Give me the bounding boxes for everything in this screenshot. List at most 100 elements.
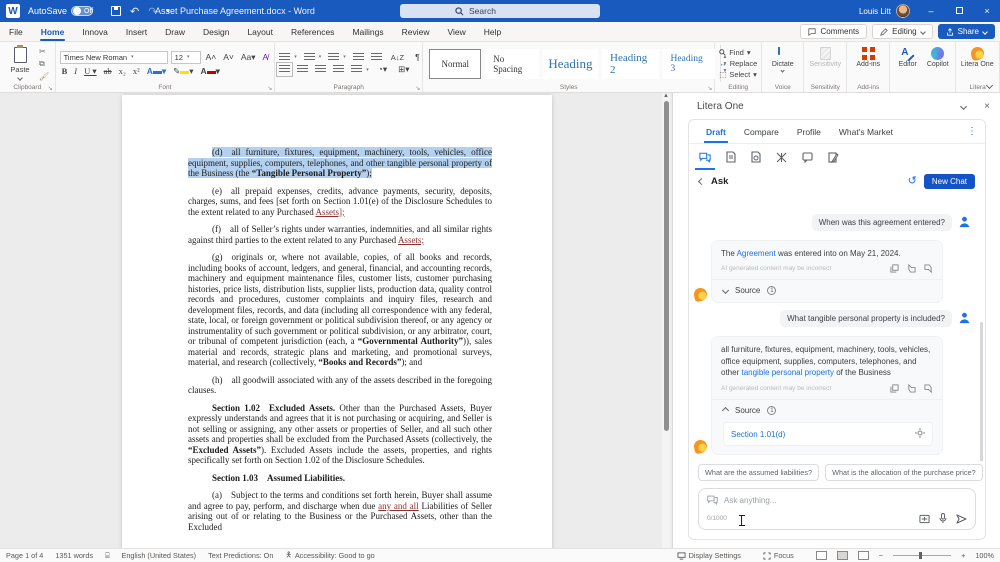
- document-scrollbar[interactable]: ▲: [662, 93, 670, 548]
- thumbs-down-icon[interactable]: [907, 384, 916, 393]
- ribbon-tab-help[interactable]: Help: [475, 22, 510, 41]
- style-heading[interactable]: Heading: [543, 49, 598, 79]
- zoom-level[interactable]: 100%: [975, 551, 994, 560]
- bold-button[interactable]: B: [60, 66, 70, 76]
- panel-menu-icon[interactable]: ⋮: [967, 126, 977, 137]
- thumbs-up-icon[interactable]: [924, 384, 933, 393]
- panel-close-icon[interactable]: ×: [984, 101, 990, 112]
- chat-scrollbar[interactable]: [980, 322, 983, 461]
- chat-history-icon[interactable]: ↺: [908, 176, 917, 187]
- litera-one-button[interactable]: Litera One: [960, 45, 994, 82]
- style-no-spacing[interactable]: No Spacing: [485, 49, 539, 79]
- panel-tab-profile[interactable]: Profile: [788, 120, 830, 143]
- back-icon[interactable]: [698, 177, 705, 184]
- font-dialog-launcher[interactable]: ↘: [267, 85, 272, 92]
- shading-icon[interactable]: ◔▾: [376, 64, 389, 75]
- print-layout-icon[interactable]: [837, 551, 848, 560]
- send-icon[interactable]: [956, 514, 967, 524]
- summarize-tool-icon[interactable]: [726, 144, 736, 170]
- new-chat-button[interactable]: New Chat: [924, 174, 975, 189]
- panel-tab-what-s-market[interactable]: What's Market: [830, 120, 902, 143]
- document-paragraph[interactable]: Section 1.02 Excluded Assets. Other than…: [188, 403, 492, 466]
- ribbon-tab-file[interactable]: File: [0, 22, 32, 41]
- styles-dialog-launcher[interactable]: ↘: [707, 85, 712, 92]
- ribbon-tab-innova[interactable]: Innova: [73, 22, 117, 41]
- autosave-toggle[interactable]: AutoSave Off: [28, 6, 93, 16]
- autosave-switch-icon[interactable]: Off: [71, 6, 93, 16]
- word-logo-icon[interactable]: W: [6, 4, 20, 18]
- sort-icon[interactable]: A↓Z: [389, 53, 406, 62]
- thumbs-up-icon[interactable]: [924, 264, 933, 273]
- text-effects-icon[interactable]: A▾: [145, 66, 168, 77]
- zoom-in-icon[interactable]: +: [961, 551, 965, 560]
- save-icon[interactable]: [111, 6, 121, 16]
- suggested-question-chip[interactable]: What are the assumed liabilities?: [698, 464, 819, 481]
- strikethrough-button[interactable]: ab: [102, 66, 114, 76]
- document-paragraph[interactable]: (a) Subject to the terms and conditions …: [188, 490, 492, 532]
- increase-indent-icon[interactable]: [371, 53, 382, 62]
- language-indicator[interactable]: English (United States): [121, 551, 196, 560]
- copy-icon[interactable]: [890, 384, 899, 393]
- source-item[interactable]: Section 1.01(d): [723, 422, 933, 446]
- focus-button[interactable]: Focus: [763, 551, 794, 560]
- cut-icon[interactable]: ✂: [39, 47, 49, 56]
- ribbon-tab-design[interactable]: Design: [194, 22, 238, 41]
- copy-icon[interactable]: [890, 264, 899, 273]
- subscript-button[interactable]: x₂: [117, 66, 128, 76]
- source-toggle[interactable]: Source 1: [712, 399, 942, 422]
- replace-button[interactable]: ↔Replace: [719, 59, 757, 68]
- chat-input[interactable]: Ask anything... 0/1000: [698, 488, 976, 530]
- align-center-icon[interactable]: [297, 65, 308, 74]
- multilevel-list-icon[interactable]: ▾: [328, 53, 346, 62]
- display-settings-button[interactable]: Display Settings: [677, 551, 741, 560]
- ribbon-tab-view[interactable]: View: [439, 22, 475, 41]
- qat-customize-icon[interactable]: ▾: [166, 7, 170, 15]
- copilot-button[interactable]: Copilot: [924, 45, 951, 82]
- account-chip[interactable]: Louis Litt: [859, 4, 910, 18]
- font-size-combo[interactable]: 12▾: [171, 51, 201, 64]
- zoom-out-icon[interactable]: −: [879, 551, 883, 560]
- ribbon-tab-references[interactable]: References: [282, 22, 343, 41]
- proofing-icon[interactable]: ⌸: [105, 551, 109, 561]
- ribbon-tab-mailings[interactable]: Mailings: [343, 22, 392, 41]
- review-tool-icon[interactable]: [751, 144, 761, 170]
- chat-tool-icon[interactable]: [699, 144, 711, 170]
- style-normal[interactable]: Normal: [429, 49, 481, 79]
- document-page[interactable]: (d) all furniture, fixtures, equipment, …: [122, 95, 552, 548]
- select-button[interactable]: ⬚Select ▾: [719, 70, 757, 79]
- user-avatar[interactable]: [896, 4, 910, 18]
- find-button[interactable]: Find ▾: [719, 48, 757, 57]
- clear-formatting-icon[interactable]: A̸: [261, 52, 271, 62]
- undo-icon[interactable]: ↶: [130, 5, 139, 18]
- show-marks-icon[interactable]: ¶: [413, 52, 422, 62]
- scroll-up-icon[interactable]: ▲: [662, 93, 670, 99]
- search-box[interactable]: Search: [400, 4, 600, 18]
- grow-font-icon[interactable]: A˄: [204, 52, 219, 62]
- page-indicator[interactable]: Page 1 of 4: [6, 551, 43, 560]
- ribbon-tab-layout[interactable]: Layout: [238, 22, 282, 41]
- user-message-bubble[interactable]: When was this agreement entered?: [812, 214, 952, 231]
- style-heading-2[interactable]: Heading 2: [602, 49, 659, 79]
- highlight-color-icon[interactable]: ✎▾: [171, 66, 195, 77]
- document-paragraph[interactable]: (f) all of Seller’s rights under warrant…: [188, 224, 492, 245]
- dictate-button[interactable]: Dictate: [766, 45, 799, 82]
- copy-icon[interactable]: ⧉: [39, 59, 49, 69]
- source-toggle[interactable]: Source 1: [712, 279, 942, 302]
- word-count[interactable]: 1351 words: [55, 551, 93, 560]
- ribbon-tab-insert[interactable]: Insert: [117, 22, 156, 41]
- document-paragraph[interactable]: (d) all furniture, fixtures, equipment, …: [188, 147, 492, 179]
- workflow-tool-icon[interactable]: [776, 144, 787, 170]
- comments-tool-icon[interactable]: [802, 144, 813, 170]
- editing-mode-button[interactable]: Editing: [872, 24, 932, 39]
- ribbon-tab-home[interactable]: Home: [32, 22, 74, 41]
- panel-tab-compare[interactable]: Compare: [735, 120, 788, 143]
- borders-icon[interactable]: ⊞▾: [396, 64, 411, 75]
- align-left-icon[interactable]: [279, 65, 290, 74]
- paste-button[interactable]: Paste: [4, 45, 36, 82]
- suggested-question-chip[interactable]: What is the allocation of the purchase p…: [825, 464, 983, 481]
- locate-icon[interactable]: [915, 428, 925, 440]
- line-spacing-icon[interactable]: ▾: [351, 65, 369, 74]
- style-heading-3[interactable]: Heading 3: [663, 49, 715, 79]
- draft-tool-icon[interactable]: [828, 144, 839, 170]
- bullets-icon[interactable]: ▾: [279, 53, 297, 62]
